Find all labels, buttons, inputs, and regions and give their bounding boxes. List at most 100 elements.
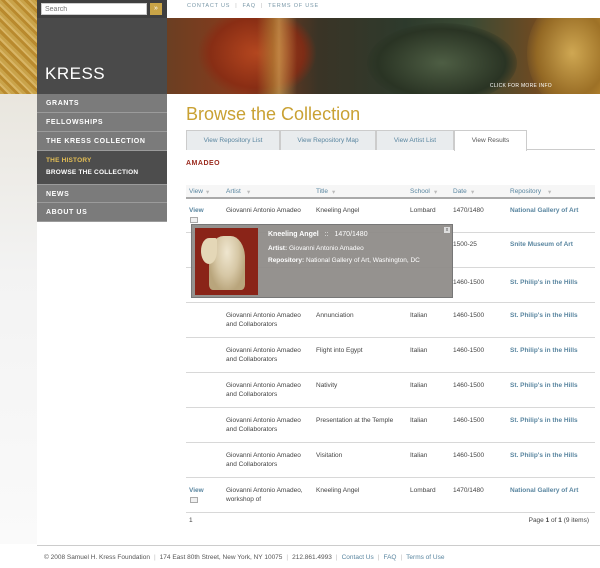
- toplink-faq[interactable]: FAQ: [242, 3, 255, 9]
- nav-item-about-us[interactable]: ABOUT US: [37, 203, 167, 222]
- cell-repository-link[interactable]: St. Philip's in the Hills: [510, 381, 595, 390]
- sort-chevron-icon: ▾: [471, 189, 475, 196]
- cell-artist: Giovanni Antonio Amadeo: [226, 207, 301, 214]
- nav-subitem-history[interactable]: THE HISTORY: [46, 155, 167, 167]
- popup-repository-label: Repository:: [268, 257, 305, 264]
- view-link[interactable]: View: [189, 486, 204, 495]
- separator: |: [235, 3, 238, 9]
- artwork-figure: [201, 238, 217, 264]
- cell-repository-link[interactable]: St. Philip's in the Hills: [510, 311, 595, 320]
- table-row[interactable]: Giovanni Antonio Amadeo and Collaborator…: [186, 408, 595, 443]
- view-link[interactable]: View: [189, 206, 204, 215]
- cell-artist: Giovanni Antonio Amadeo and Collaborator…: [226, 452, 301, 468]
- tab-artist-list[interactable]: View Artist List: [376, 130, 454, 150]
- separator: |: [377, 554, 380, 561]
- copyright: © 2008 Samuel H. Kress Foundation: [44, 554, 150, 561]
- banner-more-info-link[interactable]: CLICK FOR MORE INFO: [490, 83, 552, 89]
- cell-date: 1460-1500: [453, 279, 485, 286]
- cell-artist: Giovanni Antonio Amadeo and Collaborator…: [226, 382, 301, 398]
- popup-title: Kneeling Angel :: 1470/1480: [268, 231, 368, 238]
- cell-repository-link[interactable]: National Gallery of Art: [510, 206, 595, 215]
- sidebar: » KRESS GRANTS FELLOWSHIPS THE KRESS COL…: [37, 0, 167, 545]
- artwork-popup[interactable]: x Kneeling Angel :: 1470/1480 Artist: Gi…: [191, 224, 453, 298]
- cell-school: Lombard: [410, 487, 436, 494]
- popup-artist-label: Artist:: [268, 245, 288, 252]
- table-row[interactable]: Giovanni Antonio Amadeo and Collaborator…: [186, 373, 595, 408]
- popup-repository-value: National Gallery of Art, Washington, DC: [305, 257, 420, 264]
- pagination-items: (9 items): [563, 517, 589, 524]
- cell-repository-link[interactable]: Snite Museum of Art: [510, 240, 595, 249]
- logo-area[interactable]: KRESS: [37, 18, 167, 94]
- page-footer: © 2008 Samuel H. Kress Foundation | 174 Ea…: [37, 545, 600, 568]
- header-view[interactable]: View: [189, 188, 203, 195]
- cell-title: Nativity: [316, 382, 338, 389]
- header-title[interactable]: Title: [316, 188, 328, 195]
- cell-title: Annunciation: [316, 312, 354, 319]
- cell-artist: Giovanni Antonio Amadeo and Collaborator…: [226, 417, 301, 433]
- table-row[interactable]: Giovanni Antonio Amadeo and Collaborator…: [186, 443, 595, 478]
- pagination-current: 1: [545, 517, 550, 524]
- page-title: Browse the Collection: [186, 104, 361, 124]
- cell-artist: Giovanni Antonio Amadeo, workshop of: [226, 487, 303, 503]
- toplink-contact[interactable]: CONTACT US: [187, 3, 230, 9]
- toplink-terms[interactable]: TERMS OF USE: [268, 3, 319, 9]
- cell-date: 1460-1500: [453, 452, 485, 459]
- popup-date: 1470/1480: [334, 231, 368, 238]
- nav-item-kress-collection[interactable]: THE KRESS COLLECTION: [37, 132, 167, 151]
- cell-title: Visitation: [316, 452, 343, 459]
- logo[interactable]: KRESS: [45, 64, 105, 84]
- nav-item-news[interactable]: NEWS: [37, 184, 167, 203]
- thumbnail-icon[interactable]: [190, 497, 198, 503]
- cell-repository-link[interactable]: St. Philip's in the Hills: [510, 451, 595, 460]
- thumbnail-icon[interactable]: [190, 217, 198, 223]
- tab-results[interactable]: View Results: [454, 130, 527, 151]
- nav-item-fellowships[interactable]: FELLOWSHIPS: [37, 113, 167, 132]
- cell-repository-link[interactable]: St. Philip's in the Hills: [510, 346, 595, 355]
- cell-school: Italian: [410, 417, 428, 424]
- artwork-thumbnail[interactable]: [195, 228, 258, 295]
- view-tabs: View Repository List View Repository Map…: [186, 130, 595, 151]
- footer-link-terms[interactable]: Terms of Use: [406, 554, 444, 561]
- cell-date: 1460-1500: [453, 312, 485, 319]
- cell-title: Presentation at the Temple: [316, 417, 394, 424]
- search-bar: »: [37, 0, 167, 18]
- cell-school: Lombard: [410, 207, 436, 214]
- nav-subitem-browse[interactable]: BROWSE THE COLLECTION: [46, 167, 167, 179]
- footer-link-contact[interactable]: Contact Us: [342, 554, 374, 561]
- header-repository[interactable]: Repository: [510, 188, 541, 195]
- cell-date: 1500-25: [453, 241, 477, 248]
- main-nav: GRANTS FELLOWSHIPS THE KRESS COLLECTION …: [37, 94, 167, 222]
- tab-repository-list[interactable]: View Repository List: [186, 130, 280, 150]
- close-icon[interactable]: x: [444, 227, 450, 233]
- search-input[interactable]: [41, 3, 147, 15]
- cell-date: 1460-1500: [453, 347, 485, 354]
- footer-link-faq[interactable]: FAQ: [383, 554, 396, 561]
- table-row[interactable]: Giovanni Antonio Amadeo and Collaborator…: [186, 338, 595, 373]
- table-row[interactable]: View Giovanni Antonio Amadeo, workshop o…: [186, 478, 595, 513]
- cell-date: 1470/1480: [453, 487, 484, 494]
- header-school[interactable]: School: [410, 188, 430, 195]
- pagination-total: 1: [558, 517, 562, 524]
- sort-chevron-icon: ▾: [332, 189, 336, 196]
- tab-repository-map[interactable]: View Repository Map: [280, 130, 376, 150]
- table-row[interactable]: Giovanni Antonio Amadeo and Collaborator…: [186, 303, 595, 338]
- banner-image[interactable]: CLICK FOR MORE INFO: [167, 18, 600, 94]
- separator: |: [286, 554, 289, 561]
- nav-item-grants[interactable]: GRANTS: [37, 94, 167, 113]
- popup-repository: Repository: National Gallery of Art, Was…: [268, 256, 448, 265]
- popup-artist-value: Giovanni Antonio Amadeo: [288, 245, 364, 252]
- sort-chevron-icon: ▾: [247, 189, 251, 196]
- nav-subitems: THE HISTORY BROWSE THE COLLECTION: [37, 151, 167, 184]
- header-date[interactable]: Date: [453, 188, 467, 195]
- header-artist[interactable]: Artist: [226, 188, 241, 195]
- popup-artist: Artist: Giovanni Antonio Amadeo: [268, 244, 448, 253]
- banner-detail: [257, 18, 297, 94]
- cell-artist: Giovanni Antonio Amadeo and Collaborator…: [226, 312, 301, 328]
- sort-chevron-icon: ▾: [206, 189, 210, 196]
- cell-repository-link[interactable]: National Gallery of Art: [510, 486, 595, 495]
- cell-repository-link[interactable]: St. Philip's in the Hills: [510, 278, 595, 287]
- cell-artist: Giovanni Antonio Amadeo and Collaborator…: [226, 347, 301, 363]
- search-button[interactable]: »: [150, 3, 162, 15]
- cell-repository-link[interactable]: St. Philip's in the Hills: [510, 416, 595, 425]
- address: 174 East 80th Street, New York, NY 10075: [159, 554, 283, 561]
